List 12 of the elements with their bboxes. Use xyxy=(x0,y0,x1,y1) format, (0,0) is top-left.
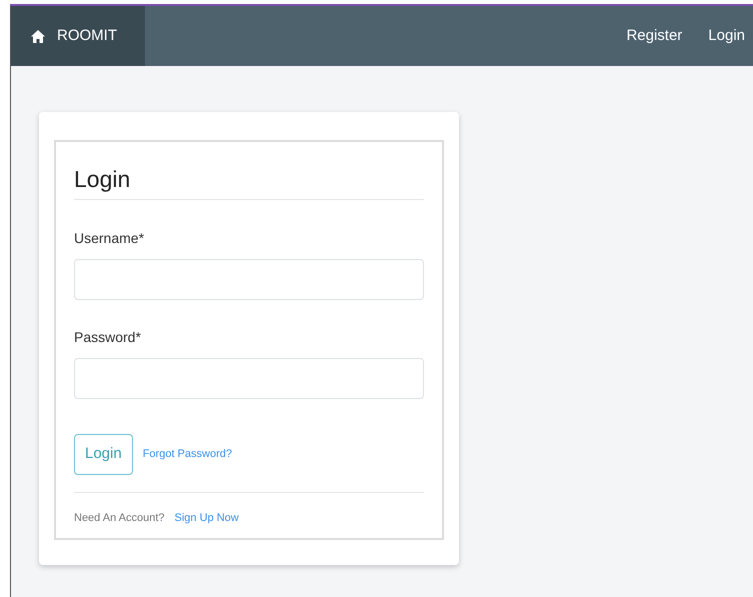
nav-link[interactable]: Login xyxy=(708,24,745,48)
input-field[interactable] xyxy=(74,258,424,300)
brand-link[interactable]: ROOMIT xyxy=(11,6,145,66)
form-title: Login xyxy=(74,162,424,200)
field-label: Password* xyxy=(74,328,142,346)
nav-link[interactable]: Register xyxy=(626,24,682,48)
forgot-password-link[interactable]: Forgot Password? xyxy=(142,446,232,462)
sign-up-link[interactable]: Sign Up Now xyxy=(174,510,239,526)
field-label: Username* xyxy=(74,228,146,248)
home-icon xyxy=(31,30,45,42)
input-field[interactable] xyxy=(74,358,424,398)
account-prompt: Need An Account? xyxy=(74,510,165,526)
